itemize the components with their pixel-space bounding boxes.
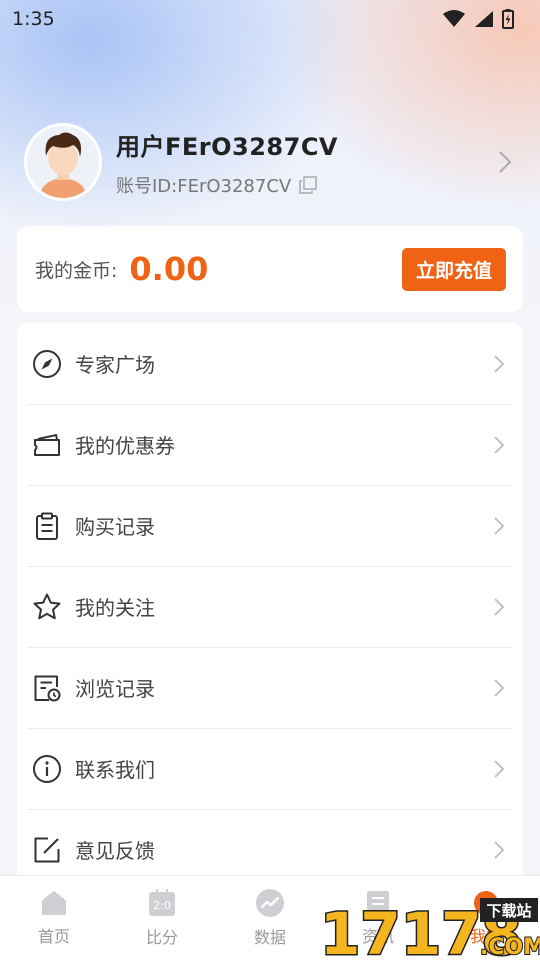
menu-item-following[interactable]: 我的关注 xyxy=(17,566,523,647)
profile-chevron-icon xyxy=(499,151,512,173)
tab-label: 首页 xyxy=(37,927,70,946)
avatar-illustration-icon xyxy=(39,132,87,198)
chevron-right-icon xyxy=(494,759,505,778)
menu-item-label: 浏览记录 xyxy=(75,677,155,701)
coin-value: 0.00 xyxy=(129,250,209,288)
menu-item-label: 专家广场 xyxy=(75,353,155,377)
coin-balance-card: 我的金币: 0.00 立即充值 xyxy=(17,226,523,312)
battery-icon xyxy=(502,9,514,29)
compass-icon xyxy=(31,348,63,380)
clipboard-icon xyxy=(31,510,63,542)
menu-item-browsing-history[interactable]: 浏览记录 xyxy=(17,647,523,728)
status-icons xyxy=(442,9,514,29)
tab-home[interactable]: 首页 xyxy=(0,876,108,960)
username: 用户FErO3287CV xyxy=(116,132,339,161)
status-time: 1:35 xyxy=(12,8,55,30)
menu-item-label: 我的关注 xyxy=(75,596,155,620)
recharge-button[interactable]: 立即充值 xyxy=(401,247,506,291)
cellular-signal-icon xyxy=(475,11,493,27)
menu-item-label: 联系我们 xyxy=(75,758,155,782)
site-watermark-logo: 17178 下载站 .COM xyxy=(319,898,540,960)
status-bar: 1:35 xyxy=(0,0,540,38)
coin-label: 我的金币: xyxy=(35,259,118,282)
copy-icon[interactable] xyxy=(299,175,317,194)
chevron-right-icon xyxy=(494,435,505,454)
menu-item-label: 我的优惠券 xyxy=(75,434,175,458)
menu-list: 专家广场 我的优惠券 购买记录 我的关注 浏览记录 联系我们 意见反馈 xyxy=(17,323,523,893)
tab-data[interactable]: 数据 xyxy=(216,876,324,960)
profile-header[interactable]: 用户FErO3287CV 账号ID:FErO3287CV xyxy=(24,122,520,202)
chevron-right-icon xyxy=(494,597,505,616)
watermark-badge: 下载站 xyxy=(486,902,531,920)
menu-item-coupons[interactable]: 我的优惠券 xyxy=(17,404,523,485)
menu-item-contact-us[interactable]: 联系我们 xyxy=(17,728,523,809)
chevron-right-icon xyxy=(494,840,505,859)
edit-icon xyxy=(31,834,63,866)
history-icon xyxy=(31,672,63,704)
menu-item-label: 意见反馈 xyxy=(75,839,155,863)
info-icon xyxy=(31,753,63,785)
star-icon xyxy=(31,591,63,623)
account-id: 账号ID:FErO3287CV xyxy=(116,175,292,197)
menu-item-expert-square[interactable]: 专家广场 xyxy=(17,323,523,404)
avatar[interactable] xyxy=(24,123,102,201)
chevron-right-icon xyxy=(494,678,505,697)
menu-item-label: 购买记录 xyxy=(75,515,155,539)
tab-label: 数据 xyxy=(253,928,286,947)
coupon-icon xyxy=(31,429,63,461)
watermark-suffix: .COM xyxy=(480,935,540,960)
chevron-right-icon xyxy=(494,354,505,373)
score-icon: 2:0 xyxy=(149,889,175,916)
wifi-icon xyxy=(443,10,465,27)
trend-icon xyxy=(256,889,284,917)
menu-item-purchase-history[interactable]: 购买记录 xyxy=(17,485,523,566)
tab-label: 比分 xyxy=(145,928,178,947)
home-icon xyxy=(42,891,66,915)
score-icon-text: 2:0 xyxy=(153,899,171,912)
tab-score[interactable]: 2:0 比分 xyxy=(108,876,216,960)
chevron-right-icon xyxy=(494,516,505,535)
